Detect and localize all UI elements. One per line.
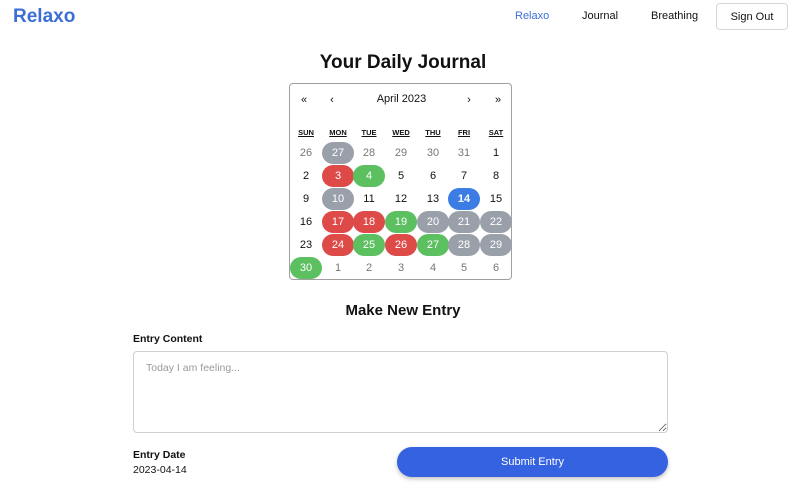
entry-content-label: Entry Content: [133, 333, 203, 345]
calendar-day[interactable]: 19: [385, 211, 417, 233]
calendar-day[interactable]: 2: [290, 165, 322, 187]
weekday-header: SUN MON TUE WED THU FRI SAT: [290, 128, 513, 140]
calendar-day[interactable]: 5: [448, 257, 480, 279]
entry-content-textarea[interactable]: [133, 351, 668, 433]
calendar-day[interactable]: 5: [385, 165, 417, 187]
calendar-day[interactable]: 31: [448, 142, 480, 164]
new-entry-heading: Make New Entry: [345, 302, 461, 319]
nav-link-relaxo[interactable]: Relaxo: [515, 10, 549, 22]
calendar-day[interactable]: 29: [480, 234, 512, 256]
weekday-wed: WED: [392, 128, 410, 137]
calendar-day[interactable]: 23: [290, 234, 322, 256]
calendar-day[interactable]: 6: [417, 165, 449, 187]
calendar-day[interactable]: 7: [448, 165, 480, 187]
calendar-day[interactable]: 13: [417, 188, 449, 210]
weekday-tue: TUE: [361, 128, 377, 137]
weekday-mon: MON: [329, 128, 347, 137]
calendar-day[interactable]: 29: [385, 142, 417, 164]
weekday-sat: SAT: [488, 128, 504, 137]
calendar-day[interactable]: 26: [385, 234, 417, 256]
navbar: Relaxo Relaxo Journal Breathing Sign Out: [0, 0, 806, 34]
calendar-day[interactable]: 28: [448, 234, 480, 256]
entry-date-label: Entry Date: [133, 449, 186, 461]
calendar-day[interactable]: 1: [480, 142, 512, 164]
next-month-button[interactable]: ›: [460, 94, 478, 106]
weekday-thu: THU: [425, 128, 441, 137]
next-year-button[interactable]: »: [489, 94, 507, 106]
calendar-day[interactable]: 24: [322, 234, 354, 256]
calendar-day[interactable]: 18: [353, 211, 385, 233]
calendar-day[interactable]: 6: [480, 257, 512, 279]
calendar-day-today[interactable]: 14: [448, 188, 480, 210]
calendar-day[interactable]: 27: [417, 234, 449, 256]
calendar-day[interactable]: 26: [290, 142, 322, 164]
calendar-day[interactable]: 4: [353, 165, 385, 187]
calendar-day[interactable]: 17: [322, 211, 354, 233]
calendar-day[interactable]: 27: [322, 142, 354, 164]
brand-logo[interactable]: Relaxo: [13, 6, 75, 28]
sign-out-button[interactable]: Sign Out: [716, 3, 788, 30]
calendar-day[interactable]: 8: [480, 165, 512, 187]
calendar-day[interactable]: 16: [290, 211, 322, 233]
page-title: Your Daily Journal: [319, 52, 487, 73]
calendar-day[interactable]: 30: [417, 142, 449, 164]
calendar-day[interactable]: 20: [417, 211, 449, 233]
weekday-fri: FRI: [457, 128, 471, 137]
calendar-day[interactable]: 22: [480, 211, 512, 233]
calendar-day[interactable]: 2: [353, 257, 385, 279]
calendar-day[interactable]: 3: [322, 165, 354, 187]
calendar-day[interactable]: 4: [417, 257, 449, 279]
nav-link-breathing[interactable]: Breathing: [651, 10, 698, 22]
calendar-day[interactable]: 15: [480, 188, 512, 210]
calendar-day[interactable]: 1: [322, 257, 354, 279]
calendar-day[interactable]: 11: [353, 188, 385, 210]
calendar-day[interactable]: 12: [385, 188, 417, 210]
calendar-day[interactable]: 21: [448, 211, 480, 233]
entry-date-value: 2023-04-14: [133, 464, 187, 476]
calendar-day[interactable]: 28: [353, 142, 385, 164]
calendar-day[interactable]: 30: [290, 257, 322, 279]
calendar: « ‹ April 2023 › » SUN MON TUE WED THU FRI SAT…: [289, 83, 512, 280]
submit-entry-button[interactable]: Submit Entry: [397, 447, 668, 477]
calendar-day[interactable]: 10: [322, 188, 354, 210]
weekday-sun: SUN: [298, 128, 314, 137]
calendar-day[interactable]: 9: [290, 188, 322, 210]
nav-link-journal[interactable]: Journal: [582, 10, 618, 22]
calendar-day[interactable]: 25: [353, 234, 385, 256]
calendar-month-label[interactable]: April 2023: [290, 93, 513, 105]
calendar-day[interactable]: 3: [385, 257, 417, 279]
